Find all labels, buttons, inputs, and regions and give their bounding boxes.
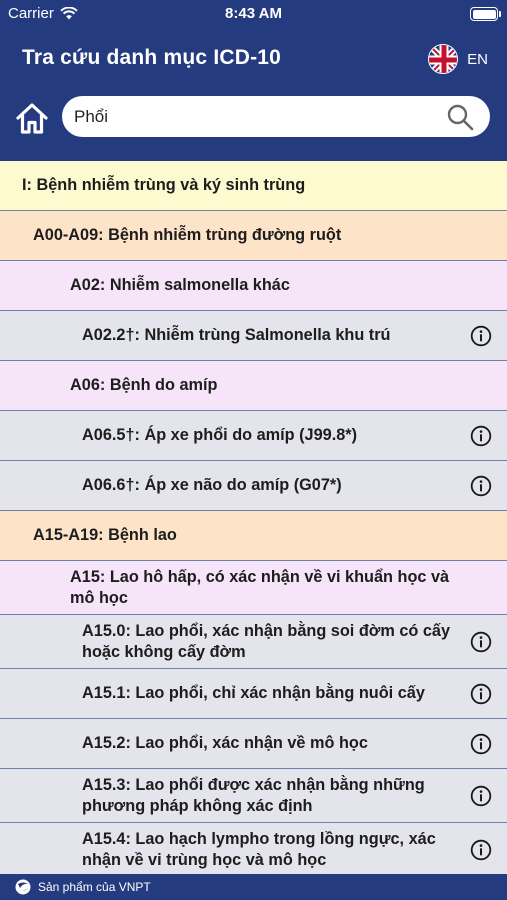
info-icon[interactable] — [470, 733, 492, 755]
list-item-code[interactable]: A06.5†: Áp xe phổi do amíp (J99.8*) — [0, 411, 507, 461]
info-icon[interactable] — [470, 425, 492, 447]
list-item-label: A02.2†: Nhiễm trùng Salmonella khu trú — [82, 326, 391, 344]
list-item-label: I: Bệnh nhiễm trùng và ký sinh trùng — [22, 176, 306, 194]
status-bar: Carrier 8:43 AM — [0, 0, 507, 28]
home-icon[interactable] — [14, 100, 50, 136]
uk-flag-icon[interactable] — [428, 44, 459, 74]
list-item-code[interactable]: A02.2†: Nhiễm trùng Salmonella khu trú — [0, 311, 507, 361]
info-icon[interactable] — [470, 475, 492, 497]
list-item-label: A15: Lao hô hấp, có xác nhận về vi khuẩn… — [70, 567, 450, 607]
search-icon[interactable] — [446, 103, 474, 131]
list-item-chapter[interactable]: I: Bệnh nhiễm trùng và ký sinh trùng — [0, 161, 507, 211]
search-bar — [62, 96, 490, 137]
list-item-category[interactable]: A15: Lao hô hấp, có xác nhận về vi khuẩn… — [0, 561, 507, 615]
list-item-label: A02: Nhiễm salmonella khác — [70, 276, 290, 294]
list-item-label: A15.1: Lao phổi, chỉ xác nhận bằng nuôi … — [82, 684, 425, 702]
list-item-code[interactable]: A15.1: Lao phổi, chỉ xác nhận bằng nuôi … — [0, 669, 507, 719]
list-item-label: A06.5†: Áp xe phổi do amíp (J99.8*) — [82, 426, 358, 444]
list-item-code[interactable]: A15.2: Lao phổi, xác nhận về mô học — [0, 719, 507, 769]
vnpt-logo-icon — [15, 879, 31, 895]
info-icon[interactable] — [470, 631, 492, 653]
list-item-label: A06: Bệnh do amíp — [70, 376, 218, 394]
footer-label: Sản phẩm của VNPT — [38, 880, 151, 894]
icd-result-list: I: Bệnh nhiễm trùng và ký sinh trùng A00… — [0, 161, 507, 874]
language-switch[interactable]: EN — [428, 44, 488, 74]
list-item-code[interactable]: A15.0: Lao phổi, xác nhận bằng soi đờm c… — [0, 615, 507, 669]
list-item-code[interactable]: A15.4: Lao hạch lympho trong lồng ngực, … — [0, 823, 507, 874]
list-item-label: A15-A19: Bệnh lao — [33, 526, 177, 544]
status-time: 8:43 AM — [225, 5, 282, 22]
info-icon[interactable] — [470, 325, 492, 347]
info-icon[interactable] — [470, 785, 492, 807]
list-item-label: A15.4: Lao hạch lympho trong lồng ngực, … — [82, 829, 436, 869]
list-item-label: A15.0: Lao phổi, xác nhận bằng soi đờm c… — [82, 621, 451, 661]
search-input[interactable] — [74, 96, 434, 137]
app-header: Carrier 8:43 AM Tra cứu danh mục ICD-10 … — [0, 0, 507, 161]
info-icon[interactable] — [470, 683, 492, 705]
list-item-group[interactable]: A00-A09: Bệnh nhiễm trùng đường ruột — [0, 211, 507, 261]
app-footer: Sản phẩm của VNPT — [0, 874, 507, 900]
list-item-code[interactable]: A06.6†: Áp xe não do amíp (G07*) — [0, 461, 507, 511]
info-icon[interactable] — [470, 839, 492, 861]
language-label[interactable]: EN — [467, 51, 488, 68]
list-item-category[interactable]: A06: Bệnh do amíp — [0, 361, 507, 411]
list-item-group[interactable]: A15-A19: Bệnh lao — [0, 511, 507, 561]
list-item-code[interactable]: A15.3: Lao phổi được xác nhận bằng những… — [0, 769, 507, 823]
battery-icon — [470, 7, 501, 21]
list-item-label: A00-A09: Bệnh nhiễm trùng đường ruột — [33, 226, 342, 244]
app-title: Tra cứu danh mục ICD-10 — [22, 46, 282, 69]
list-item-label: A06.6†: Áp xe não do amíp (G07*) — [82, 476, 342, 494]
list-item-label: A15.3: Lao phổi được xác nhận bằng những… — [82, 775, 425, 815]
list-item-category[interactable]: A02: Nhiễm salmonella khác — [0, 261, 507, 311]
list-item-label: A15.2: Lao phổi, xác nhận về mô học — [82, 734, 368, 752]
